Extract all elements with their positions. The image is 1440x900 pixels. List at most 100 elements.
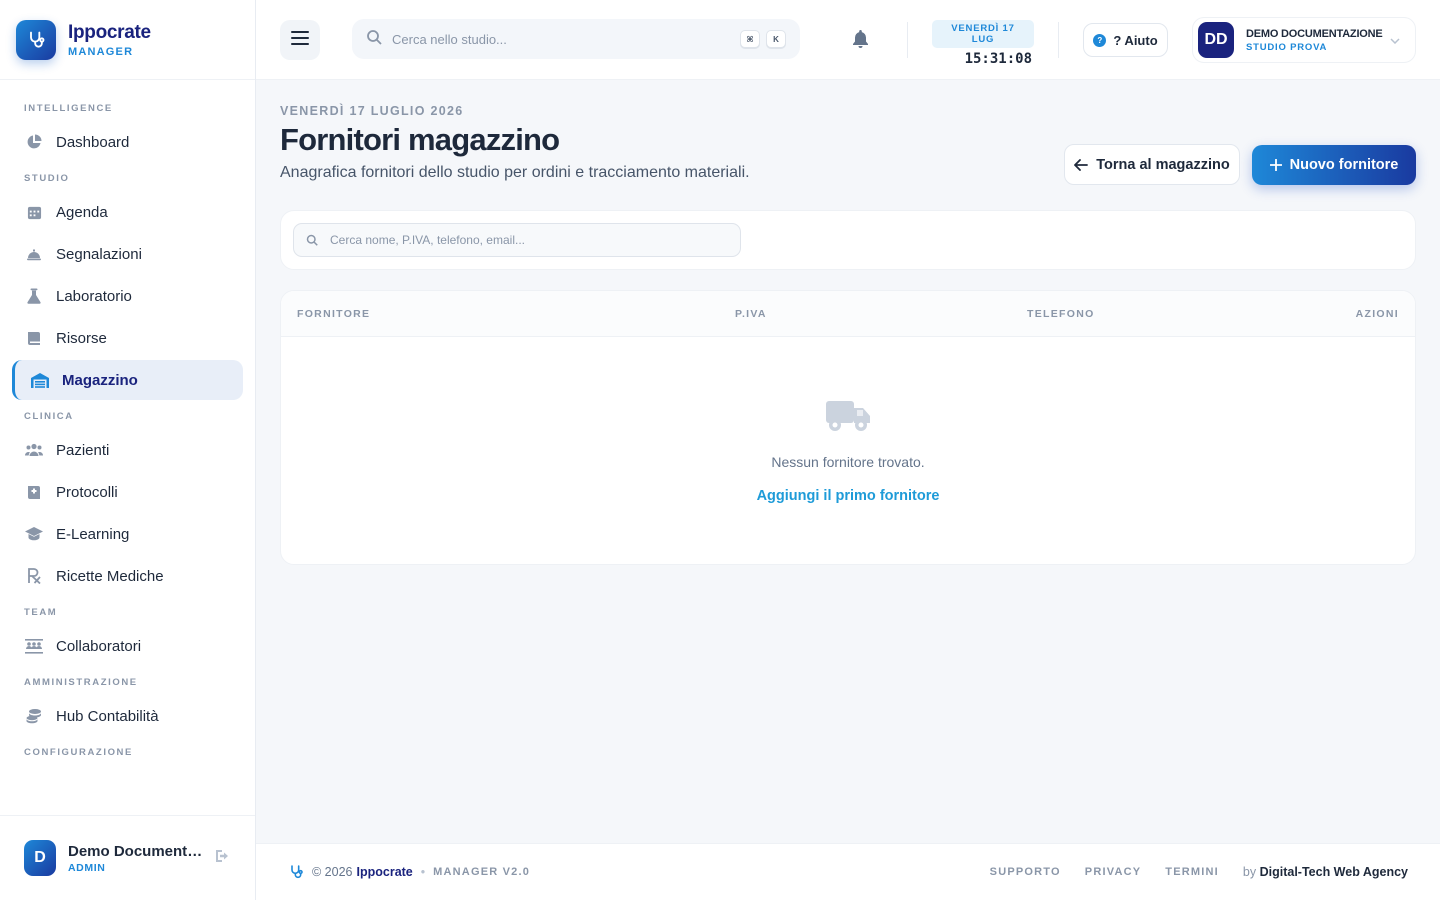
nav-section-configurazione: CONFIGURAZIONE <box>24 747 133 758</box>
footer-link-supporto[interactable]: SUPPORTO <box>990 866 1061 878</box>
suppliers-table: FORNITORE P.IVA TELEFONO AZIONI Nessun f… <box>280 290 1416 565</box>
new-button-label: Nuovo fornitore <box>1289 157 1399 173</box>
sidebar-item-risorse[interactable]: Risorse <box>12 318 243 358</box>
help-button[interactable]: ? ? Aiuto <box>1083 23 1168 57</box>
sidebar-item-magazzino[interactable]: Magazzino <box>12 360 243 400</box>
sidebar-item-label: Ricette Mediche <box>56 567 164 585</box>
top-header: Cerca nello studio... ⌘ K VENERDÌ 17 LUG… <box>256 0 1440 80</box>
page-subtitle: Anagrafica fornitori dello studio per or… <box>280 164 750 181</box>
footer-copyright: © 2026 <box>312 865 353 879</box>
filter-card: Cerca nome, P.IVA, telefono, email... <box>280 210 1416 270</box>
nav-section-clinica: CLINICA <box>24 411 74 422</box>
footer-link-termini[interactable]: TERMINI <box>1165 866 1219 878</box>
sidebar-item-label: E-Learning <box>56 525 130 543</box>
add-first-supplier-link[interactable]: Aggiungi il primo fornitore <box>281 488 1415 504</box>
footer: © 2026 Ippocrate • MANAGER V2.0 SUPPORTO… <box>256 843 1440 900</box>
back-button-label: Torna al magazzino <box>1096 156 1230 173</box>
footer-link-privacy[interactable]: PRIVACY <box>1085 866 1141 878</box>
chevron-down-icon <box>1390 31 1400 49</box>
footer-version: MANAGER V2.0 <box>433 866 531 878</box>
sidebar-item-elearning[interactable]: E-Learning <box>12 514 243 554</box>
sidebar-item-label: Magazzino <box>62 371 138 389</box>
warehouse-icon <box>30 370 50 390</box>
footer-by: by <box>1242 865 1257 879</box>
nav-section-team: TEAM <box>24 607 58 618</box>
sidebar-item-label: Dashboard <box>56 133 130 151</box>
sidebar-item-agenda[interactable]: Agenda <box>12 192 243 232</box>
nav-section-amministrazione: AMMINISTRAZIONE <box>24 677 138 688</box>
sidebar-item-contabilita[interactable]: Hub Contabilità <box>12 696 243 736</box>
brand[interactable]: Ippocrate MANAGER <box>0 0 255 80</box>
date-badge: VENERDÌ 17 LUG <box>932 20 1034 48</box>
stethoscope-icon <box>16 19 56 60</box>
sidebar-item-label: Pazienti <box>56 441 110 459</box>
brand-subtitle: MANAGER <box>68 45 134 58</box>
divider <box>907 22 908 58</box>
notifications-bell-icon[interactable] <box>852 30 869 54</box>
global-search-input[interactable]: Cerca nello studio... ⌘ K <box>352 19 800 59</box>
footer-links: SUPPORTO PRIVACY TERMINI by Digital-Tech… <box>966 865 1408 879</box>
footer-agency-link[interactable]: Digital-Tech Web Agency <box>1260 865 1408 879</box>
plus-icon <box>1269 159 1282 171</box>
nav-section-studio: STUDIO <box>24 173 70 184</box>
page-date: VENERDÌ 17 LUGLIO 2026 <box>280 104 464 118</box>
arrow-left-icon <box>1074 158 1089 171</box>
bell-service-icon <box>24 244 44 264</box>
user-menu[interactable]: DD DEMO DOCUMENTAZIONE STUDIO PROVA <box>1192 17 1416 63</box>
medical-book-icon <box>24 482 44 502</box>
sidebar-item-segnalazioni[interactable]: Segnalazioni <box>12 234 243 274</box>
sidebar-item-ricette[interactable]: Ricette Mediche <box>12 556 243 596</box>
team-icon <box>24 636 44 656</box>
menu-toggle-button[interactable] <box>280 20 320 60</box>
sidebar-item-label: Segnalazioni <box>56 245 142 263</box>
sidebar-item-pazienti[interactable]: Pazienti <box>12 430 243 470</box>
nav-section-intelligence: INTELLIGENCE <box>24 103 113 114</box>
sidebar-item-laboratorio[interactable]: Laboratorio <box>12 276 243 316</box>
supplier-search-input[interactable]: Cerca nome, P.IVA, telefono, email... <box>293 223 741 257</box>
main-content: VENERDÌ 17 LUGLIO 2026 Fornitori magazzi… <box>256 80 1440 843</box>
shortcut-key: K <box>766 30 786 48</box>
sidebar-user-role: ADMIN <box>68 861 106 874</box>
empty-state-text: Nessun fornitore trovato. <box>771 454 925 470</box>
avatar: DD <box>1198 22 1234 58</box>
search-placeholder: Cerca nello studio... <box>392 31 507 47</box>
sidebar-item-label: Protocolli <box>56 483 118 501</box>
sidebar-item-label: Hub Contabilità <box>56 707 159 725</box>
filter-placeholder: Cerca nome, P.IVA, telefono, email... <box>330 233 525 247</box>
user-studio: STUDIO PROVA <box>1246 41 1328 53</box>
avatar: D <box>24 840 56 876</box>
sidebar-nav: INTELLIGENCE Dashboard STUDIO Agenda Seg… <box>0 80 255 766</box>
column-header-fornitore[interactable]: FORNITORE <box>297 308 370 320</box>
empty-state: Nessun fornitore trovato. Aggiungi il pr… <box>281 399 1415 504</box>
sidebar-item-label: Risorse <box>56 329 107 347</box>
help-label: ? Aiuto <box>1113 32 1158 48</box>
sidebar-item-label: Laboratorio <box>56 287 132 305</box>
calendar-icon <box>24 202 44 222</box>
column-header-azioni: AZIONI <box>1355 308 1399 320</box>
search-icon <box>306 234 318 246</box>
footer-brand-name: Ippocrate <box>356 865 413 879</box>
column-header-piva[interactable]: P.IVA <box>735 308 767 320</box>
column-header-telefono[interactable]: TELEFONO <box>1027 308 1095 320</box>
footer-brand: © 2026 Ippocrate • MANAGER V2.0 <box>288 864 530 880</box>
footer-credit: by Digital-Tech Web Agency <box>1243 865 1408 879</box>
coins-icon <box>24 706 44 726</box>
graduation-cap-icon <box>24 524 44 544</box>
search-icon <box>366 29 382 50</box>
user-name: DEMO DOCUMENTAZIONE <box>1246 27 1383 40</box>
prescription-icon <box>24 566 44 586</box>
sidebar-item-protocolli[interactable]: Protocolli <box>12 472 243 512</box>
page-title: Fornitori magazzino <box>280 122 560 157</box>
footer-separator: • <box>420 865 426 879</box>
sidebar-user[interactable]: D Demo Documentazione ADMIN <box>0 815 255 900</box>
pie-chart-icon <box>24 132 44 152</box>
logout-icon[interactable] <box>215 849 231 868</box>
new-supplier-button[interactable]: Nuovo fornitore <box>1252 145 1416 185</box>
shortcut-key: ⌘ <box>740 30 760 48</box>
sidebar-item-collaboratori[interactable]: Collaboratori <box>12 626 243 666</box>
brand-title: Ippocrate <box>68 21 151 43</box>
sidebar-item-dashboard[interactable]: Dashboard <box>12 122 243 162</box>
flask-icon <box>24 286 44 306</box>
sidebar: Ippocrate MANAGER INTELLIGENCE Dashboard… <box>0 0 256 900</box>
back-to-warehouse-button[interactable]: Torna al magazzino <box>1064 144 1240 185</box>
